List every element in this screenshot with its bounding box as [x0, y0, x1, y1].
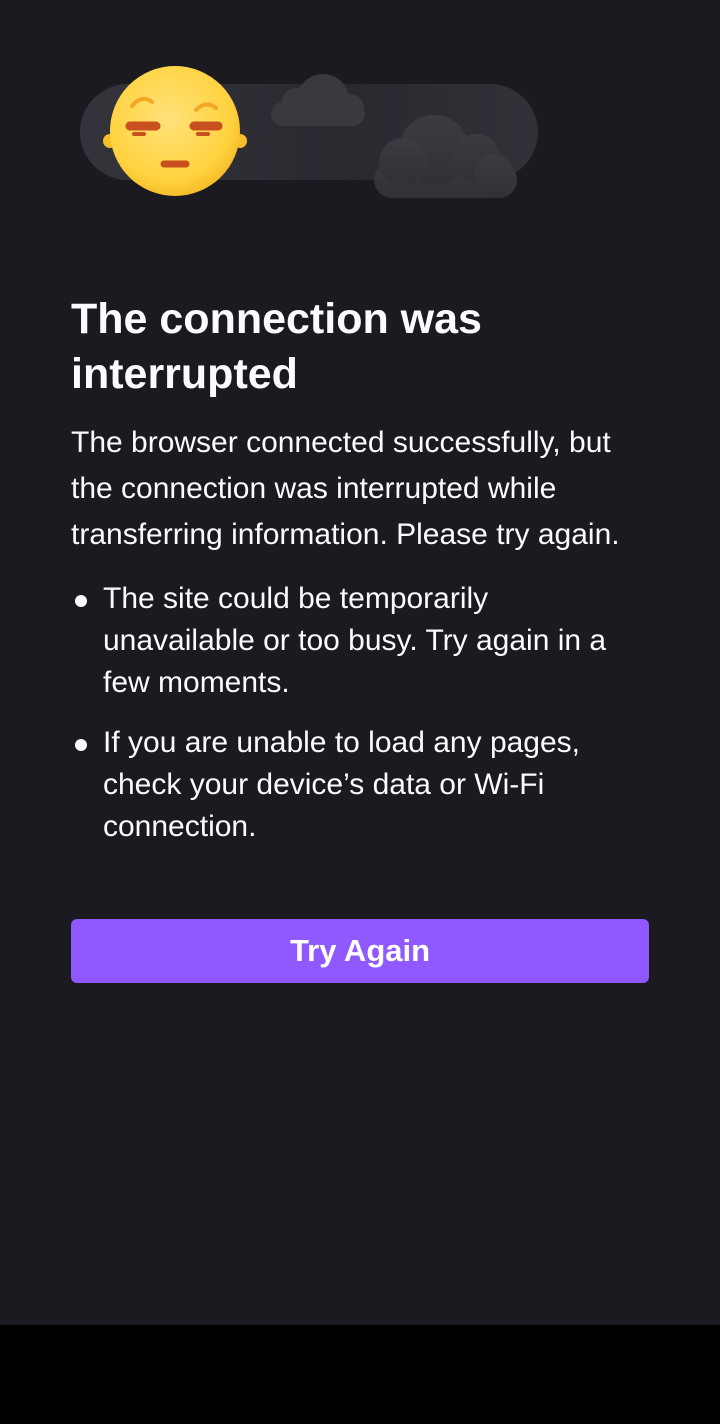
error-page: The connection was interrupted The brows… [0, 0, 720, 1325]
error-content: The connection was interrupted The brows… [71, 292, 649, 866]
list-item: If you are unable to load any pages, che… [71, 722, 623, 848]
unamused-face-with-clouds-icon [80, 66, 538, 198]
bullet-icon [75, 595, 87, 607]
tip-text: The site could be temporarily unavailabl… [103, 582, 607, 699]
try-again-button[interactable]: Try Again [71, 919, 649, 983]
error-description: The browser connected successfully, but … [71, 426, 620, 551]
tips-list: The site could be temporarily unavailabl… [71, 578, 649, 848]
bullet-icon [75, 739, 87, 751]
page-title: The connection was interrupted [71, 295, 482, 398]
tip-text: If you are unable to load any pages, che… [103, 726, 581, 843]
system-navigation-bar [0, 1325, 720, 1424]
list-item: The site could be temporarily unavailabl… [71, 578, 623, 704]
